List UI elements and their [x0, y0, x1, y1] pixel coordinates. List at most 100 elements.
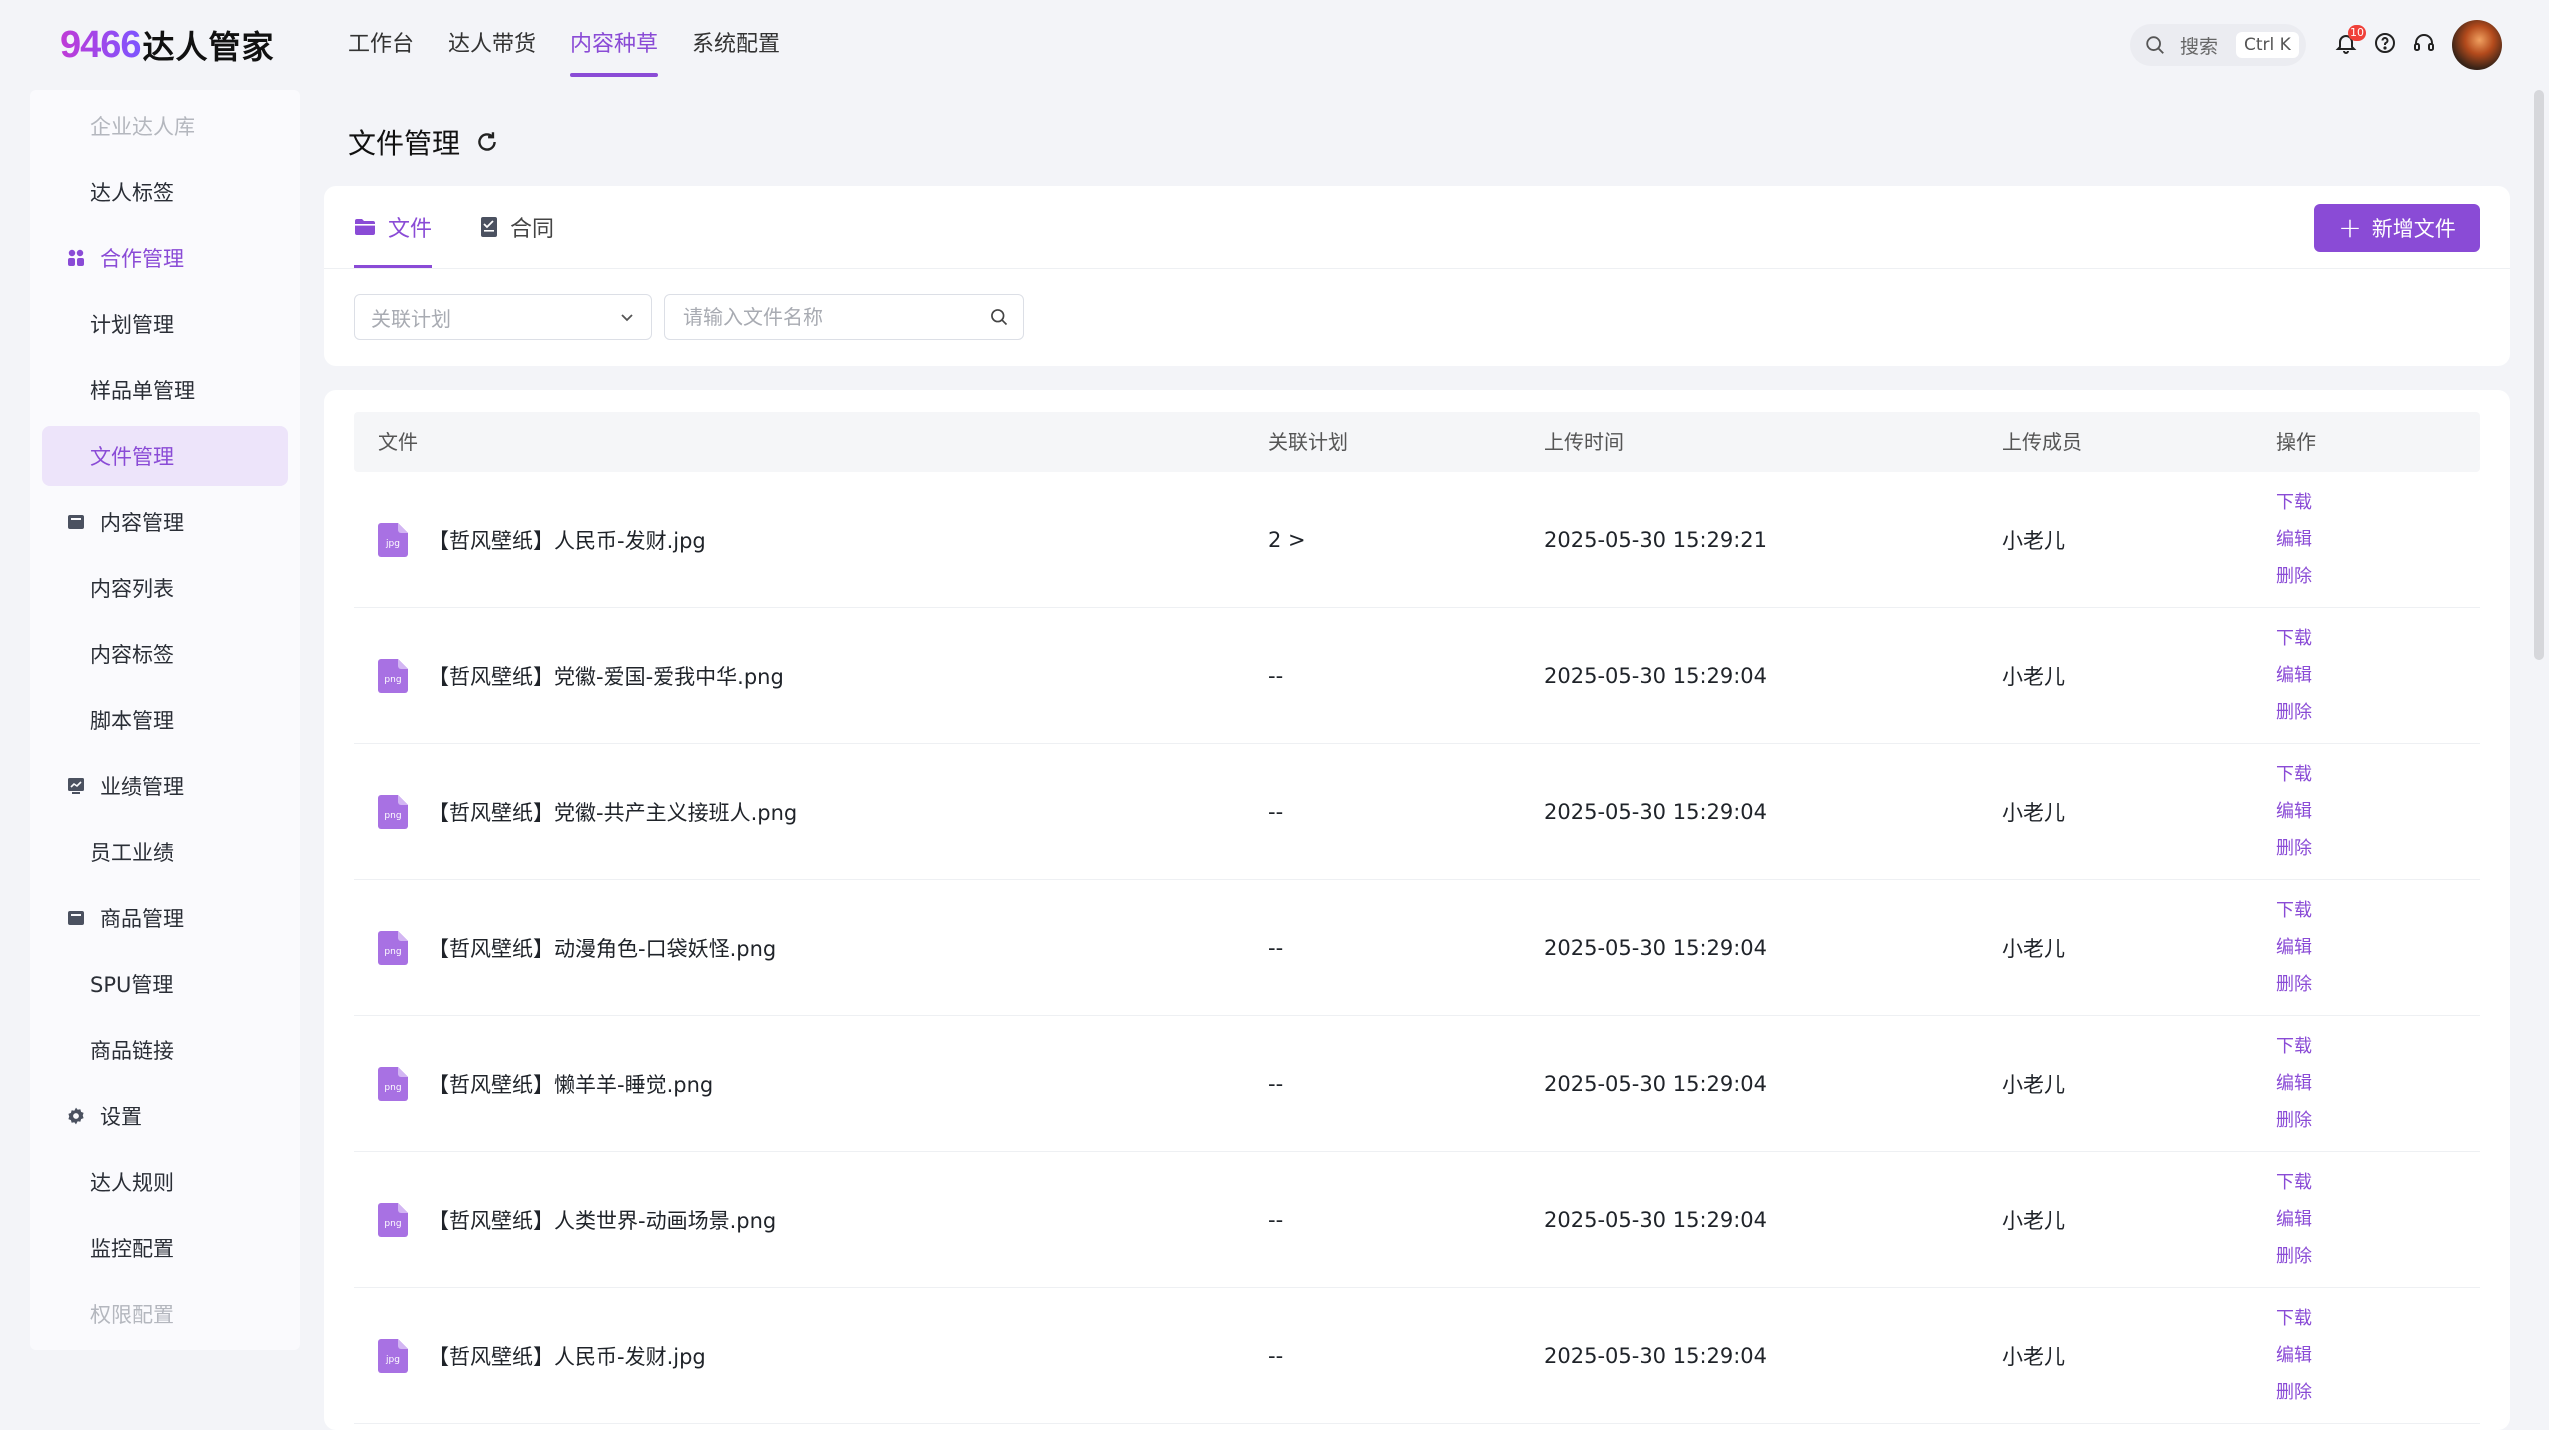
- file-cell: png 【哲风壁纸】懒羊羊-睡觉.png: [378, 1016, 713, 1151]
- sidebar-item-product-links[interactable]: 商品链接: [42, 1020, 288, 1080]
- file-name-search[interactable]: [664, 294, 1024, 340]
- file-type-label: png: [384, 1219, 401, 1229]
- sidebar-item-talent-tags[interactable]: 达人标签: [42, 162, 288, 222]
- top-nav-item-active[interactable]: 内容种草: [570, 0, 659, 90]
- table-row: jpg 【哲风壁纸】人民币-发财.jpg -- 2025-05-30 15:29…: [354, 1288, 2480, 1424]
- actions-cell: 下载 编辑 删除: [2276, 880, 2312, 1015]
- add-file-button[interactable]: + 新增文件: [2314, 204, 2480, 252]
- filter-card: 文件 合同 + 新增文件 关联计划: [324, 186, 2510, 366]
- download-link[interactable]: 下载: [2276, 892, 2312, 929]
- notification-badge: 10: [2348, 25, 2366, 41]
- delete-link[interactable]: 删除: [2276, 966, 2312, 1003]
- sidebar-group-settings[interactable]: 设置: [42, 1086, 288, 1146]
- sidebar-item-file-management[interactable]: 文件管理: [42, 426, 288, 486]
- edit-link[interactable]: 编辑: [2276, 521, 2312, 558]
- delete-link[interactable]: 删除: [2276, 694, 2312, 731]
- file-name[interactable]: 【哲风壁纸】人民币-发财.jpg: [428, 1341, 706, 1371]
- help-button[interactable]: [2373, 31, 2401, 59]
- sidebar-item-scripts[interactable]: 脚本管理: [42, 690, 288, 750]
- edit-link[interactable]: 编辑: [2276, 929, 2312, 966]
- top-nav-item[interactable]: 工作台: [348, 0, 414, 90]
- tab-contracts[interactable]: 合同: [480, 186, 554, 268]
- column-header: 操作: [2276, 430, 2316, 454]
- column-header: 文件: [378, 430, 418, 454]
- sidebar-item-sample-order[interactable]: 样品单管理: [42, 360, 288, 420]
- jpg-file-icon: jpg: [378, 522, 408, 557]
- sidebar-item-talent-rules[interactable]: 达人规则: [42, 1152, 288, 1212]
- plan-select-placeholder: 关联计划: [371, 306, 451, 331]
- sidebar-item-permissions[interactable]: 权限配置: [42, 1284, 288, 1344]
- table-row: jpg 【哲风壁纸】人民币-发财.jpg 2 > 2025-05-30 15:2…: [354, 472, 2480, 608]
- page-scrollbar[interactable]: [2534, 90, 2544, 660]
- png-file-icon: png: [378, 1066, 408, 1101]
- sidebar-item-talent-library[interactable]: 企业达人库: [42, 96, 288, 156]
- file-name-input[interactable]: [683, 305, 989, 329]
- sidebar: 企业达人库 达人标签 合作管理 计划管理 样品单管理 文件管理 内容管理 内容列…: [30, 90, 300, 1350]
- brand-logo[interactable]: 9466 达人管家: [60, 22, 275, 68]
- brand-number: 9466: [60, 23, 142, 66]
- download-link[interactable]: 下载: [2276, 620, 2312, 657]
- download-link[interactable]: 下载: [2276, 1300, 2312, 1337]
- file-cell: png 【哲风壁纸】动漫角色-口袋妖怪.png: [378, 880, 776, 1015]
- delete-link[interactable]: 删除: [2276, 1374, 2312, 1411]
- sidebar-item-plan[interactable]: 计划管理: [42, 294, 288, 354]
- edit-link[interactable]: 编辑: [2276, 793, 2312, 830]
- global-search[interactable]: 搜索 Ctrl K: [2130, 24, 2306, 66]
- download-link[interactable]: 下载: [2276, 1164, 2312, 1201]
- inbox-icon: [66, 512, 86, 532]
- delete-link[interactable]: 删除: [2276, 1102, 2312, 1139]
- file-name[interactable]: 【哲风壁纸】党徽-共产主义接班人.png: [428, 797, 797, 827]
- edit-link[interactable]: 编辑: [2276, 657, 2312, 694]
- download-link[interactable]: 下载: [2276, 1028, 2312, 1065]
- table-row: png 【哲风壁纸】党徽-共产主义接班人.png -- 2025-05-30 1…: [354, 744, 2480, 880]
- notification-button[interactable]: 10: [2334, 25, 2366, 59]
- file-cell: png 【哲风壁纸】党徽-爱国-爱我中华.png: [378, 608, 784, 743]
- plus-icon: +: [2338, 211, 2362, 244]
- actions-cell: 下载 编辑 删除: [2276, 1288, 2312, 1423]
- top-nav-item[interactable]: 达人带货: [448, 0, 536, 90]
- download-link[interactable]: 下载: [2276, 756, 2312, 793]
- delete-link[interactable]: 删除: [2276, 830, 2312, 867]
- sidebar-item-monitor-config[interactable]: 监控配置: [42, 1218, 288, 1278]
- edit-link[interactable]: 编辑: [2276, 1065, 2312, 1102]
- sidebar-item-staff-performance[interactable]: 员工业绩: [42, 822, 288, 882]
- column-header: 关联计划: [1268, 430, 1348, 454]
- upload-time-cell: 2025-05-30 15:29:04: [1544, 1071, 1768, 1096]
- edit-link[interactable]: 编辑: [2276, 1337, 2312, 1374]
- user-avatar[interactable]: [2452, 20, 2502, 70]
- download-link[interactable]: 下载: [2276, 484, 2312, 521]
- search-icon[interactable]: [989, 307, 1009, 327]
- sidebar-group-performance[interactable]: 业绩管理: [42, 756, 288, 816]
- sidebar-group-products[interactable]: 商品管理: [42, 888, 288, 948]
- support-button[interactable]: [2412, 31, 2440, 59]
- file-name[interactable]: 【哲风壁纸】动漫角色-口袋妖怪.png: [428, 933, 776, 963]
- png-file-icon: png: [378, 794, 408, 829]
- delete-link[interactable]: 删除: [2276, 558, 2312, 595]
- help-icon: [2375, 33, 2395, 53]
- file-name[interactable]: 【哲风壁纸】懒羊羊-睡觉.png: [428, 1069, 713, 1099]
- sidebar-item-content-list[interactable]: 内容列表: [42, 558, 288, 618]
- sidebar-group-label: 商品管理: [100, 907, 184, 931]
- refresh-icon[interactable]: [474, 129, 500, 155]
- file-name[interactable]: 【哲风壁纸】党徽-爱国-爱我中华.png: [428, 661, 784, 691]
- file-name[interactable]: 【哲风壁纸】人民币-发财.jpg: [428, 525, 706, 555]
- top-nav-item[interactable]: 系统配置: [692, 0, 780, 90]
- file-name[interactable]: 【哲风壁纸】人类世界-动画场景.png: [428, 1205, 776, 1235]
- plan-select[interactable]: 关联计划: [354, 294, 652, 340]
- plan-cell[interactable]: 2 >: [1268, 472, 1306, 607]
- search-shortcut: Ctrl K: [2236, 32, 2299, 58]
- tab-files[interactable]: 文件: [354, 186, 433, 268]
- actions-cell: 下载 编辑 删除: [2276, 1152, 2312, 1287]
- sidebar-item-content-tags[interactable]: 内容标签: [42, 624, 288, 684]
- sidebar-group-label: 合作管理: [100, 247, 184, 271]
- edit-link[interactable]: 编辑: [2276, 1201, 2312, 1238]
- file-cell: png 【哲风壁纸】党徽-共产主义接班人.png: [378, 744, 797, 879]
- search-icon: [2146, 36, 2164, 54]
- table-row: png 【哲风壁纸】动漫角色-口袋妖怪.png -- 2025-05-30 15…: [354, 880, 2480, 1016]
- sidebar-group-content[interactable]: 内容管理: [42, 492, 288, 552]
- delete-link[interactable]: 删除: [2276, 1238, 2312, 1275]
- member-cell: 小老儿: [2002, 800, 2065, 825]
- sidebar-group-cooperation[interactable]: 合作管理: [42, 228, 288, 288]
- sidebar-item-spu[interactable]: SPU管理: [42, 954, 288, 1014]
- users-icon: [66, 248, 86, 268]
